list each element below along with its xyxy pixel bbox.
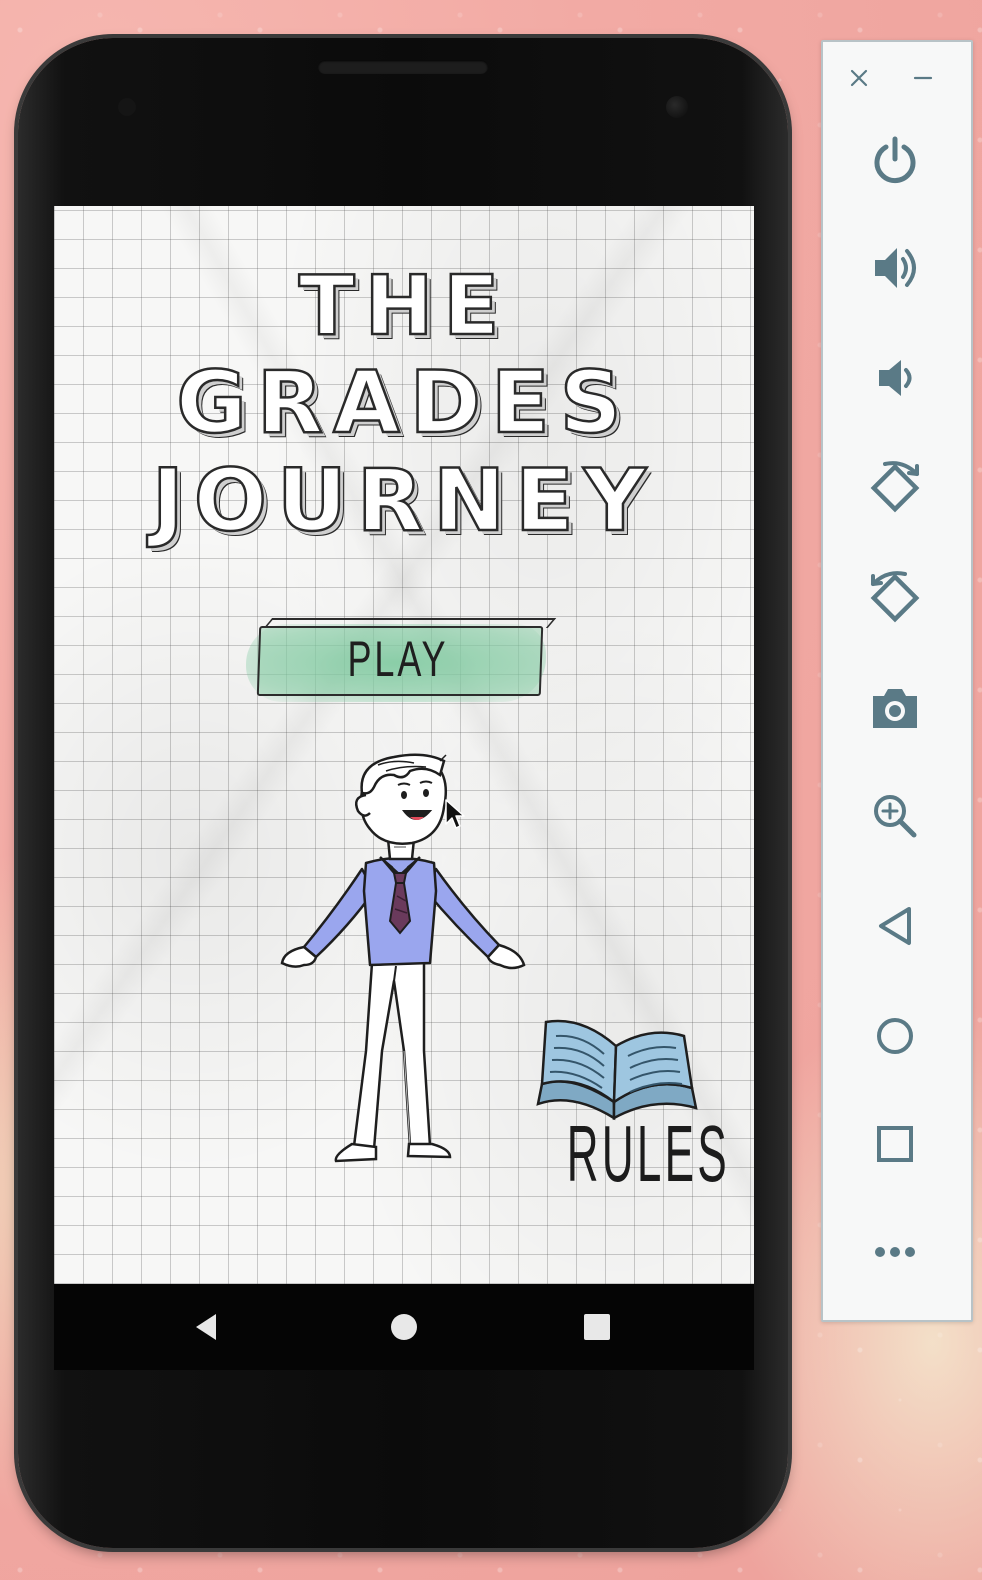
power-button[interactable] (857, 122, 933, 198)
zoom-icon (874, 795, 917, 838)
rotate-left-icon (870, 461, 920, 513)
nav-recent-apps-button[interactable] (557, 1284, 637, 1370)
phone-proximity-sensor (118, 98, 136, 116)
volume-up-button[interactable] (857, 230, 933, 306)
title-line-2: GRADES (175, 353, 632, 453)
close-icon (850, 69, 868, 87)
emulator-back-button[interactable] (857, 888, 933, 964)
rotate-left-button[interactable] (857, 450, 933, 526)
back-icon (879, 907, 911, 945)
play-button[interactable]: PLAY (246, 618, 557, 704)
rules-button-label: RULES (566, 1109, 730, 1198)
play-button-label: PLAY (347, 631, 449, 687)
close-button[interactable] (841, 60, 877, 96)
phone-front-camera (666, 96, 688, 118)
zoom-button[interactable] (857, 778, 933, 854)
open-book-icon (536, 1019, 698, 1121)
student-character-illustration (280, 753, 526, 1163)
rules-button[interactable]: RULES (524, 1014, 730, 1214)
volume-up-icon (875, 248, 916, 288)
emulator-window-controls (823, 42, 971, 112)
emulator-overview-button[interactable] (857, 1106, 933, 1182)
home-icon (391, 1314, 417, 1340)
back-icon (196, 1314, 216, 1340)
game-screen: THE GRADES JOURNEY PLAY RULES (54, 206, 754, 1284)
mouse-pointer-icon (445, 799, 465, 829)
rotate-right-button[interactable] (857, 560, 933, 636)
title-line-1: THE (297, 259, 510, 354)
nav-back-button[interactable] (167, 1284, 247, 1370)
title-line-3: JOURNEY (151, 451, 657, 551)
home-icon (877, 1018, 913, 1054)
recent-apps-icon (584, 1314, 610, 1340)
camera-icon (873, 689, 917, 728)
phone-device-frame: THE GRADES JOURNEY PLAY RULES (18, 38, 788, 1548)
overview-icon (877, 1126, 913, 1162)
volume-down-button[interactable] (857, 340, 933, 416)
android-navigation-bar (54, 1284, 754, 1370)
minimize-icon (913, 76, 933, 80)
power-icon (874, 136, 916, 184)
phone-speaker-grille (318, 60, 488, 74)
nav-home-button[interactable] (364, 1284, 444, 1370)
screenshot-button[interactable] (857, 670, 933, 746)
volume-down-icon (879, 360, 912, 396)
more-options-button[interactable] (857, 1214, 933, 1290)
more-icon (875, 1247, 915, 1257)
minimize-button[interactable] (905, 60, 941, 96)
rotate-right-icon (870, 571, 920, 623)
emulator-side-toolbar (821, 40, 973, 1322)
game-title: THE GRADES JOURNEY (94, 259, 714, 551)
emulator-home-button[interactable] (857, 998, 933, 1074)
